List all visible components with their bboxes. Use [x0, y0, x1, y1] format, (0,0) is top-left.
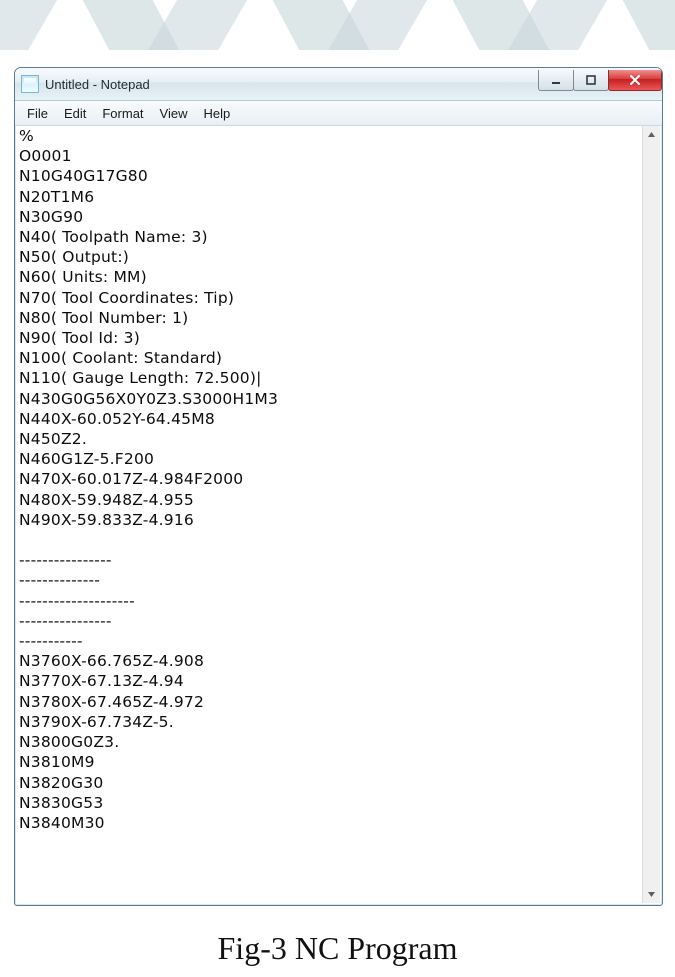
background-watermark: [0, 0, 675, 50]
close-button[interactable]: [608, 70, 662, 91]
menu-help[interactable]: Help: [195, 104, 238, 123]
scroll-up-button[interactable]: [643, 126, 660, 143]
menubar: File Edit Format View Help: [15, 101, 662, 126]
minimize-button[interactable]: [538, 70, 574, 91]
menu-view[interactable]: View: [152, 104, 196, 123]
vertical-scrollbar[interactable]: [642, 126, 660, 903]
menu-format[interactable]: Format: [94, 104, 151, 123]
menu-edit[interactable]: Edit: [56, 104, 94, 123]
titlebar[interactable]: Untitled - Notepad: [15, 68, 662, 101]
notepad-window: Untitled - Notepad File Edit Format View…: [14, 67, 663, 906]
window-controls: [539, 70, 662, 92]
notepad-icon: [21, 75, 39, 93]
text-editor[interactable]: % O0001 N10G40G17G80 N20T1M6 N30G90 N40(…: [17, 126, 642, 903]
menu-file[interactable]: File: [19, 104, 56, 123]
figure-caption: Fig-3 NC Program: [0, 930, 675, 967]
window-title: Untitled - Notepad: [45, 77, 539, 92]
maximize-button[interactable]: [573, 70, 609, 91]
scroll-down-button[interactable]: [643, 886, 660, 903]
